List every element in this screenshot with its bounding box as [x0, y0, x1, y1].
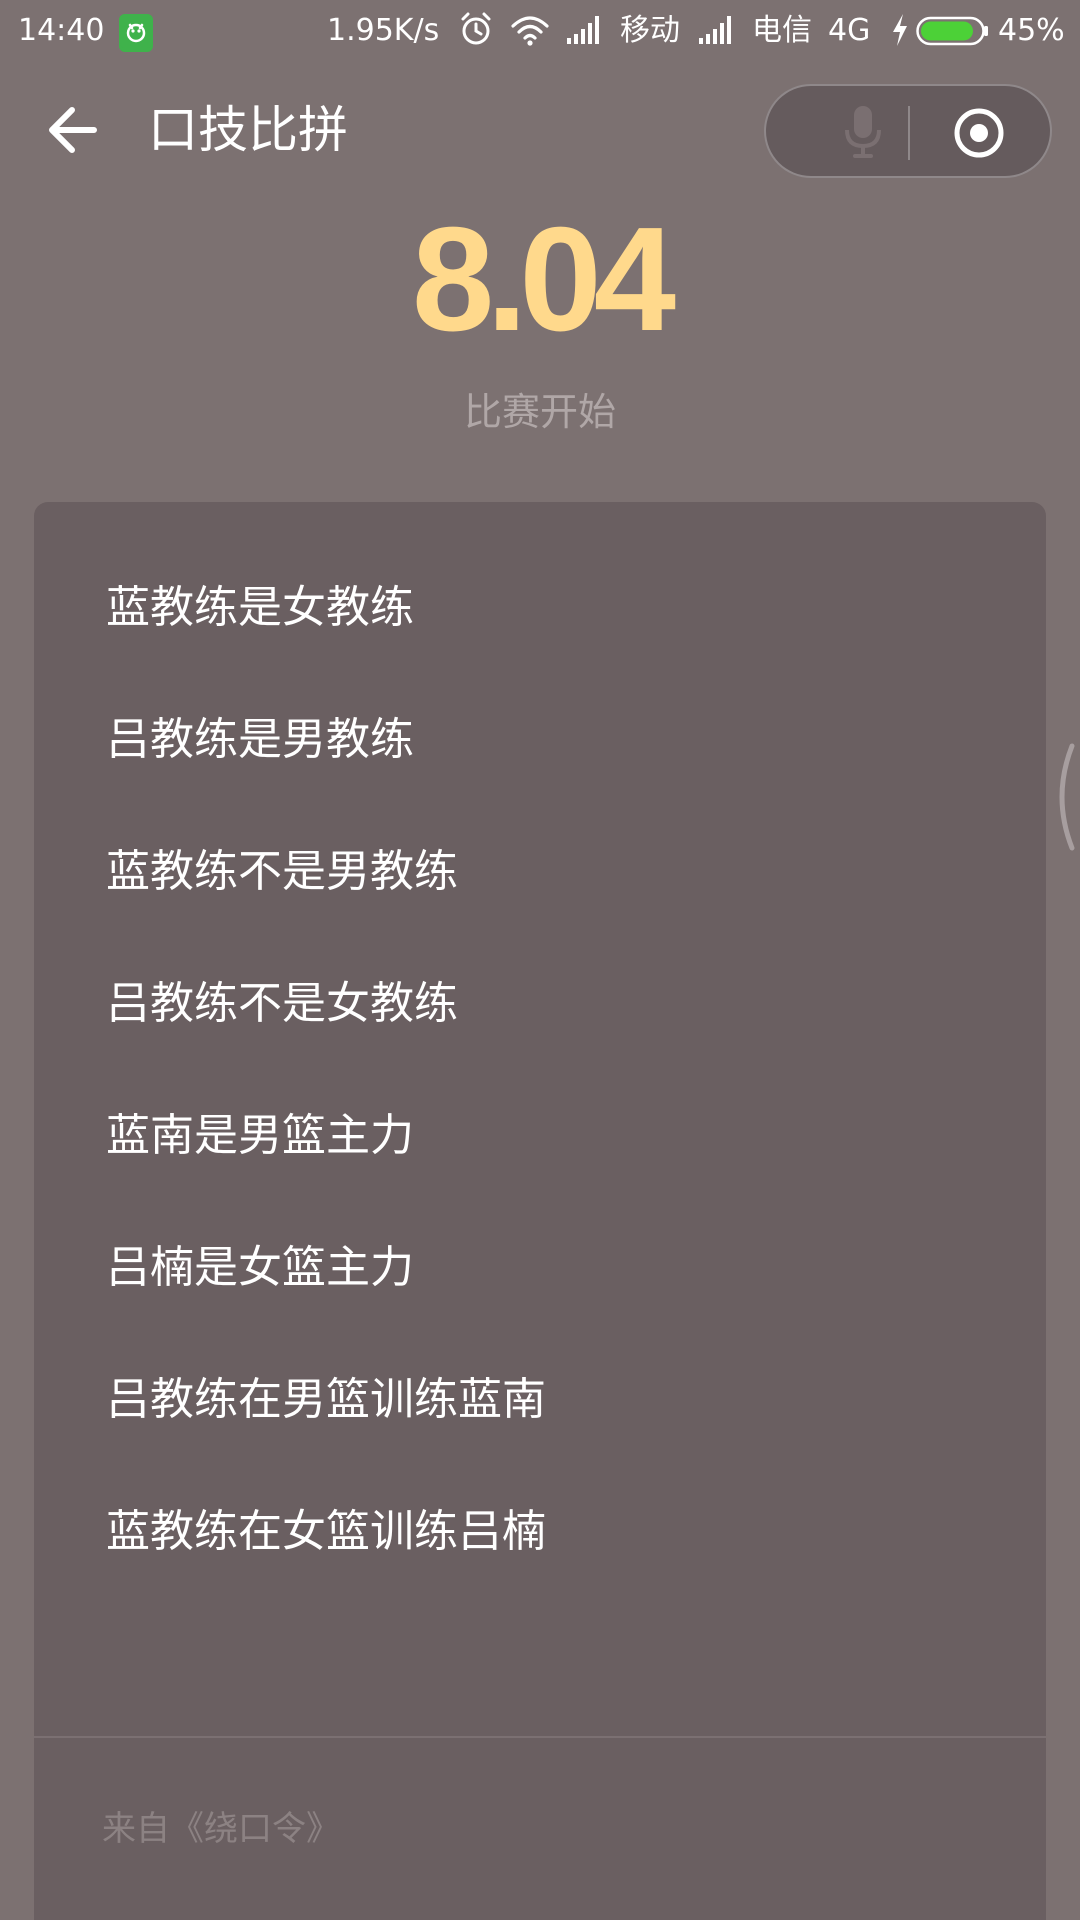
- edge-handle-icon[interactable]: [1048, 742, 1080, 852]
- screen: 14:40 1.95K/s 移动 电信 4G 45% 口技比拼 8.04 比赛开…: [0, 0, 1080, 1920]
- tongue-twister-line: 吕教练不是女教练: [106, 978, 458, 1029]
- status-bar: 14:40 1.95K/s 移动 电信 4G 45%: [0, 0, 1080, 62]
- app-notification-icon: [119, 14, 153, 52]
- signal-icon: [566, 12, 604, 50]
- microphone-icon[interactable]: [828, 102, 898, 162]
- carrier-2: 电信: [752, 13, 812, 48]
- lines-list[interactable]: 蓝教练是女教练 吕教练是男教练 蓝教练不是男教练 吕教练不是女教练 蓝南是男篮主力 吕楠是…: [34, 502, 1046, 1736]
- wifi-icon: [510, 12, 550, 50]
- signal-icon: [698, 12, 736, 50]
- tongue-twister-card: 蓝教练是女教练 吕教练是男教练 蓝教练不是男教练 吕教练不是女教练 蓝南是男篮主力 吕楠是…: [34, 502, 1046, 1920]
- battery-icon: [916, 16, 990, 54]
- charging-icon: [890, 12, 910, 50]
- tongue-twister-line: 蓝教练在女篮训练吕楠: [106, 1506, 546, 1557]
- tongue-twister-line: 吕教练在男篮训练蓝南: [106, 1374, 546, 1425]
- card-divider: [34, 1736, 1046, 1738]
- tongue-twister-line: 蓝南是男篮主力: [106, 1110, 414, 1161]
- page-title: 口技比拼: [148, 101, 348, 159]
- tongue-twister-line: 吕楠是女篮主力: [106, 1242, 414, 1293]
- source-label: 来自《绕口令》: [102, 1809, 340, 1849]
- alarm-icon: [458, 10, 494, 48]
- capsule-menu: [764, 84, 1052, 178]
- tongue-twister-line: 蓝教练是女教练: [106, 582, 414, 633]
- header: 口技比拼: [0, 62, 1080, 202]
- tongue-twister-line: 吕教练是男教练: [106, 714, 414, 765]
- battery-percent: 45%: [998, 13, 1065, 48]
- tongue-twister-line: 蓝教练不是男教练: [106, 846, 458, 897]
- status-time: 14:40: [18, 13, 105, 48]
- match-status: 比赛开始: [463, 390, 616, 434]
- network-type: 4G: [828, 13, 871, 48]
- record-icon[interactable]: [952, 106, 1006, 160]
- carrier-1: 移动: [620, 13, 680, 48]
- back-arrow-icon[interactable]: [44, 102, 104, 158]
- network-speed: 1.95K/s: [327, 13, 440, 48]
- score-value: 8.04: [411, 197, 676, 362]
- capsule-divider: [908, 106, 910, 160]
